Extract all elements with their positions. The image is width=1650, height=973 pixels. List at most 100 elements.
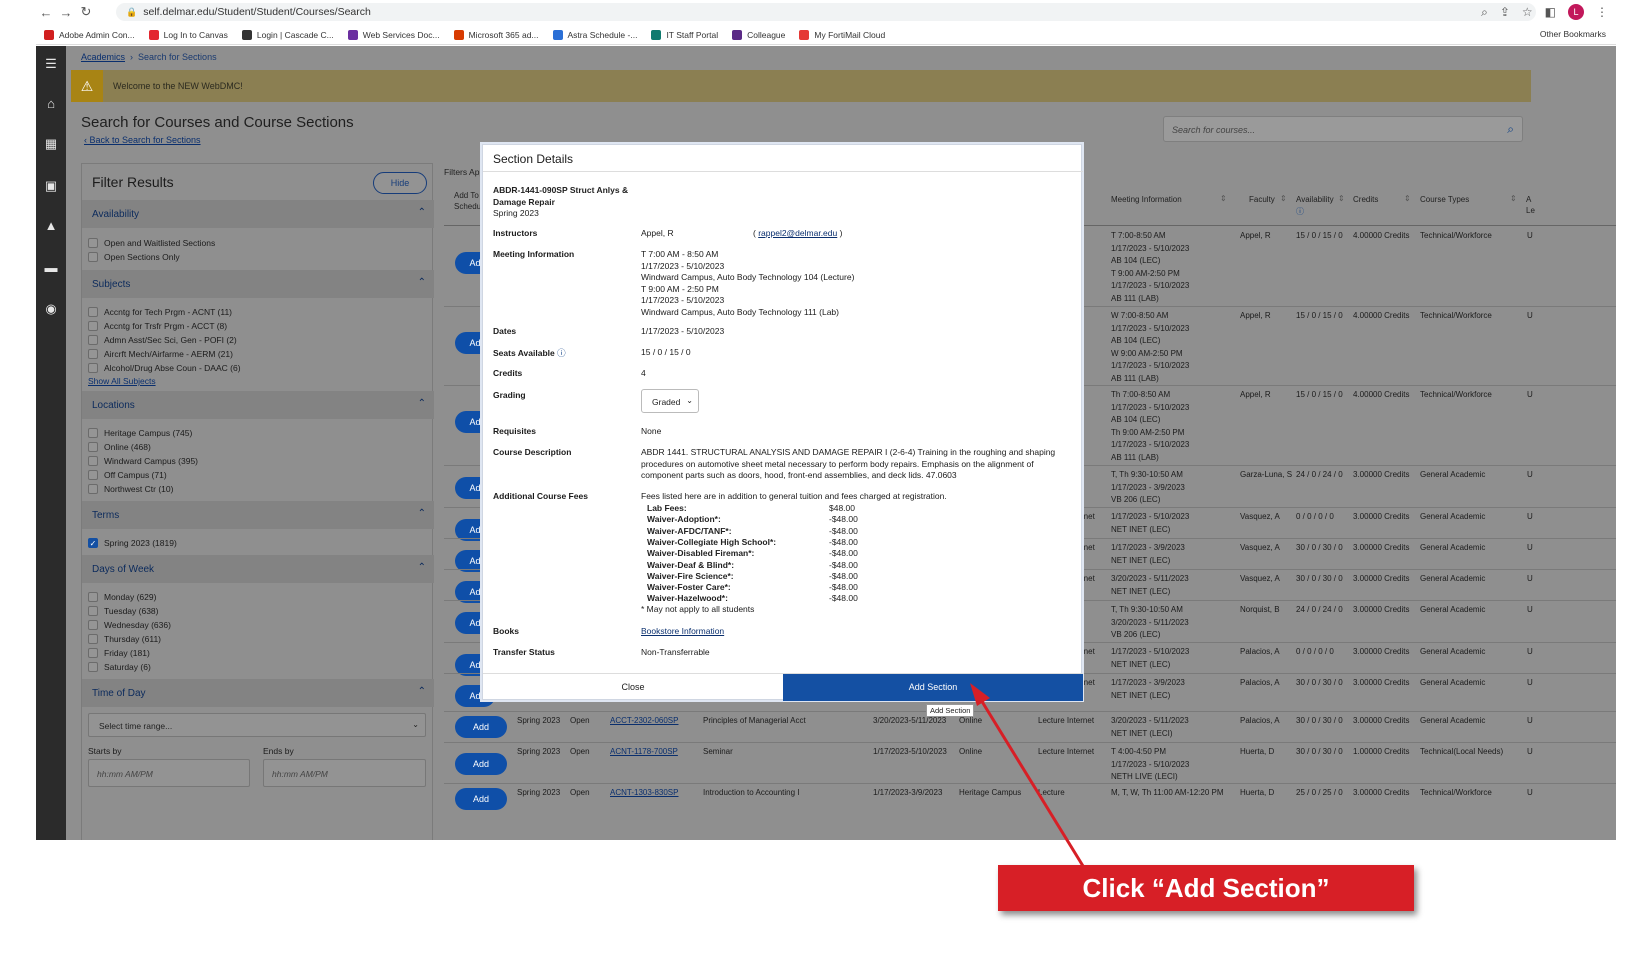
add-button[interactable]: Add bbox=[455, 788, 507, 810]
add-button[interactable]: Add bbox=[455, 716, 507, 738]
checkbox[interactable] bbox=[88, 456, 98, 466]
breadcrumb-academics-link[interactable]: Academics bbox=[81, 52, 125, 62]
bookmark-item[interactable]: IT Staff Portal bbox=[651, 29, 718, 40]
filter-section-subjects[interactable]: Subjects ⌃ bbox=[82, 270, 434, 298]
home-icon[interactable]: ⌂ bbox=[36, 96, 66, 111]
bookmark-item[interactable]: Microsoft 365 ad... bbox=[453, 29, 539, 40]
filter-option[interactable]: Thursday (611) bbox=[88, 634, 161, 644]
add-button[interactable]: Add bbox=[455, 753, 507, 775]
kebab-menu-icon[interactable]: ⋮ bbox=[1596, 5, 1608, 19]
checkbox[interactable] bbox=[88, 662, 98, 672]
ends-by-input[interactable]: hh:mm AM/PM bbox=[263, 759, 426, 787]
col-availability[interactable]: Availability bbox=[1296, 194, 1334, 205]
add-section-button[interactable]: Add Section bbox=[783, 674, 1083, 701]
filter-option[interactable]: Admn Asst/Sec Sci, Gen - POFI (2) bbox=[88, 335, 237, 345]
chevron-up-icon[interactable]: ⌃ bbox=[418, 398, 426, 409]
checkbox[interactable] bbox=[88, 307, 98, 317]
filter-option[interactable]: Tuesday (638) bbox=[88, 606, 159, 616]
instructor-email[interactable]: ( rappel2@delmar.edu ) bbox=[753, 228, 842, 240]
section-code-link[interactable]: ACNT-1303-830SP bbox=[610, 787, 678, 800]
back-arrow-icon[interactable]: ← bbox=[36, 5, 56, 20]
section-code-link[interactable]: ACNT-1178-700SP bbox=[610, 746, 678, 759]
close-button[interactable]: Close bbox=[483, 674, 783, 701]
starts-by-input[interactable]: hh:mm AM/PM bbox=[88, 759, 250, 787]
info-icon[interactable]: ⓘ bbox=[557, 348, 566, 358]
filter-section-days[interactable]: Days of Week ⌃ bbox=[82, 555, 434, 583]
chevron-up-icon[interactable]: ⌃ bbox=[418, 277, 426, 288]
profile-avatar[interactable]: L bbox=[1568, 4, 1584, 20]
sort-icon[interactable]: ⇕ bbox=[1220, 194, 1227, 203]
section-code-link[interactable]: ACCT-2302-060SP bbox=[610, 715, 678, 728]
checkbox[interactable] bbox=[88, 335, 98, 345]
bookstore-link[interactable]: Bookstore Information bbox=[641, 626, 724, 638]
filter-section-terms[interactable]: Terms ⌃ bbox=[82, 501, 434, 529]
briefcase-icon[interactable]: ▬ bbox=[36, 260, 66, 275]
filter-option[interactable]: Saturday (6) bbox=[88, 662, 151, 672]
checkbox[interactable] bbox=[88, 238, 98, 248]
show-all-subjects-link[interactable]: Show All Subjects bbox=[88, 376, 156, 386]
info-icon[interactable]: ⓘ bbox=[1296, 206, 1304, 217]
col-faculty[interactable]: Faculty bbox=[1249, 194, 1275, 205]
checkbox[interactable] bbox=[88, 321, 98, 331]
sort-icon[interactable]: ⇕ bbox=[1280, 194, 1287, 203]
checkbox[interactable] bbox=[88, 484, 98, 494]
filter-option[interactable]: Monday (629) bbox=[88, 592, 156, 602]
bookmark-item[interactable]: Colleague bbox=[732, 29, 785, 40]
filter-option[interactable]: Aircrft Mech/Airfarme - AERM (21) bbox=[88, 349, 233, 359]
search-icon[interactable]: ⌕ bbox=[1507, 122, 1514, 137]
col-meeting-information[interactable]: Meeting Information bbox=[1111, 194, 1182, 205]
id-card-icon[interactable]: ▣ bbox=[36, 178, 66, 194]
other-bookmarks[interactable]: Other Bookmarks bbox=[1540, 29, 1606, 39]
filter-option[interactable]: ✓ Spring 2023 (1819) bbox=[88, 538, 177, 548]
checkbox[interactable] bbox=[88, 349, 98, 359]
hide-filters-button[interactable]: Hide bbox=[373, 172, 427, 194]
filter-option[interactable]: Alcohol/Drug Abse Coun - DAAC (6) bbox=[88, 363, 241, 373]
grading-select[interactable]: Graded ⌄ bbox=[641, 389, 699, 413]
forward-arrow-icon[interactable]: → bbox=[56, 5, 76, 20]
checkbox[interactable] bbox=[88, 363, 98, 373]
bookmark-item[interactable]: My FortiMail Cloud bbox=[799, 29, 885, 40]
checkbox[interactable] bbox=[88, 648, 98, 658]
back-to-search-link[interactable]: ‹ Back to Search for Sections bbox=[84, 135, 201, 145]
chevron-up-icon[interactable]: ⌃ bbox=[418, 207, 426, 218]
checkbox[interactable]: ✓ bbox=[88, 538, 98, 548]
share-icon[interactable]: ⇪ bbox=[1500, 5, 1510, 19]
time-range-select[interactable]: Select time range... ⌄ bbox=[88, 713, 426, 737]
filter-section-locations[interactable]: Locations ⌃ bbox=[82, 391, 434, 419]
checkbox[interactable] bbox=[88, 634, 98, 644]
hamburger-menu-icon[interactable]: ☰ bbox=[36, 56, 66, 72]
checkbox[interactable] bbox=[88, 428, 98, 438]
col-credits[interactable]: Credits bbox=[1353, 194, 1378, 205]
instructor-email-link[interactable]: rappel2@delmar.edu bbox=[758, 228, 837, 238]
bookmark-item[interactable]: Astra Schedule -... bbox=[552, 29, 637, 40]
address-bar[interactable]: 🔒 self.delmar.edu/Student/Student/Course… bbox=[116, 3, 1536, 21]
filter-option[interactable]: Windward Campus (395) bbox=[88, 456, 198, 466]
chevron-up-icon[interactable]: ⌃ bbox=[418, 508, 426, 519]
star-icon[interactable]: ☆ bbox=[1522, 5, 1533, 19]
user-circle-icon[interactable]: ◉ bbox=[36, 301, 66, 317]
sort-icon[interactable]: ⇕ bbox=[1510, 194, 1517, 203]
reload-icon[interactable]: ↻ bbox=[76, 4, 96, 20]
bookmark-item[interactable]: Web Services Doc... bbox=[347, 29, 440, 40]
zoom-icon[interactable]: ⌕ bbox=[1481, 5, 1488, 20]
bank-icon[interactable]: ▦ bbox=[36, 136, 66, 152]
chevron-up-icon[interactable]: ⌃ bbox=[418, 686, 426, 697]
checkbox[interactable] bbox=[88, 606, 98, 616]
graduation-cap-icon[interactable]: ▲ bbox=[36, 218, 66, 233]
filter-option[interactable]: Off Campus (71) bbox=[88, 470, 167, 480]
filter-option[interactable]: Northwest Ctr (10) bbox=[88, 484, 173, 494]
filter-option[interactable]: Accntg for Trsfr Prgm - ACCT (8) bbox=[88, 321, 227, 331]
sort-icon[interactable]: ⇕ bbox=[1338, 194, 1345, 203]
filter-option[interactable]: Wednesday (636) bbox=[88, 620, 171, 630]
checkbox[interactable] bbox=[88, 252, 98, 262]
filter-option[interactable]: Heritage Campus (745) bbox=[88, 428, 192, 438]
checkbox[interactable] bbox=[88, 592, 98, 602]
filter-option[interactable]: Open Sections Only bbox=[88, 252, 180, 262]
filter-option[interactable]: Accntg for Tech Prgm - ACNT (11) bbox=[88, 307, 232, 317]
filter-section-availability[interactable]: Availability ⌃ bbox=[82, 200, 434, 228]
checkbox[interactable] bbox=[88, 470, 98, 480]
sidebar-icon[interactable]: ◧ bbox=[1545, 5, 1556, 19]
course-search-input[interactable]: Search for courses... ⌕ bbox=[1163, 116, 1523, 142]
bookmark-item[interactable]: Adobe Admin Con... bbox=[44, 29, 135, 40]
filter-section-time[interactable]: Time of Day ⌃ bbox=[82, 679, 434, 707]
